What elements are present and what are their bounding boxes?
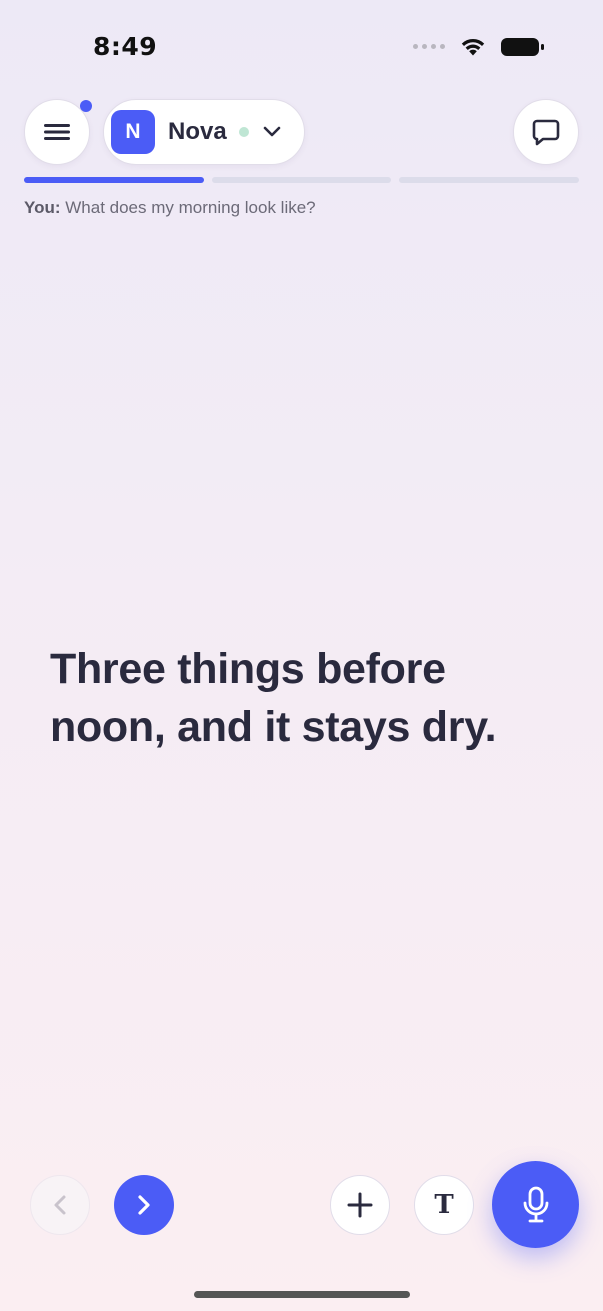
previous-button[interactable] [30, 1175, 90, 1235]
assistant-answer: Three things before noon, and it stays d… [50, 645, 497, 751]
prompt-speaker: You: [24, 198, 61, 217]
home-indicator [194, 1291, 410, 1298]
add-button[interactable] [330, 1175, 390, 1235]
status-time: 8:49 [93, 32, 158, 61]
chevron-down-icon [263, 126, 281, 138]
progress-segment [211, 177, 392, 183]
status-indicators [413, 36, 545, 57]
microphone-button[interactable] [492, 1161, 579, 1248]
story-progress [24, 177, 580, 183]
prompt-text: What does my morning look like? [65, 198, 316, 217]
battery-icon [501, 37, 544, 56]
next-button[interactable] [114, 1175, 174, 1235]
agent-name: Nova [168, 118, 227, 145]
chevron-left-icon [54, 1195, 66, 1215]
chat-bubble-icon [532, 119, 560, 146]
wifi-icon [461, 38, 485, 56]
agent-avatar: N [111, 110, 155, 154]
chat-button[interactable] [513, 99, 579, 165]
agent-selector[interactable]: N Nova [103, 99, 305, 165]
online-status-dot [238, 127, 249, 137]
hamburger-menu-icon [44, 124, 70, 140]
user-prompt: You: What does my morning look like? [24, 198, 316, 218]
progress-segment [24, 177, 204, 183]
notification-badge [80, 100, 92, 112]
chevron-right-icon [138, 1195, 150, 1215]
status-bar: 8:49 [0, 0, 603, 90]
microphone-icon [523, 1186, 548, 1222]
progress-segment [399, 177, 580, 183]
plus-icon [347, 1192, 373, 1218]
text-input-button[interactable]: T [414, 1175, 474, 1235]
text-icon: T [434, 1190, 454, 1220]
cellular-signal-icon [413, 44, 445, 49]
